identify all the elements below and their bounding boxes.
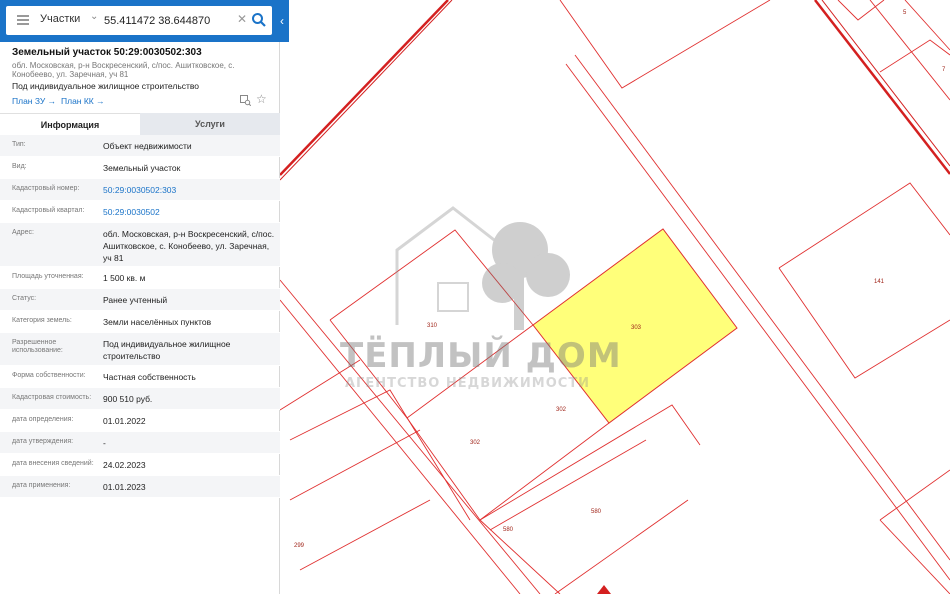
info-row: Статус: Ранее учтенный bbox=[0, 289, 280, 311]
info-panel: Участки ⌄ ✕ ‹ Земельный участок 50:29:00… bbox=[0, 0, 289, 594]
info-label: Адрес: bbox=[12, 229, 34, 236]
chevron-down-icon[interactable]: ⌄ bbox=[90, 11, 98, 22]
info-value: - bbox=[103, 438, 106, 448]
address-subtitle: обл. Московская, р-н Воскресенский, с/по… bbox=[12, 61, 235, 79]
info-row: дата утверждения: - bbox=[0, 432, 280, 454]
parcel-label: 310 bbox=[427, 323, 438, 329]
info-row: Категория земель: Земли населённых пункто… bbox=[0, 311, 280, 333]
info-row: Форма собственности: Частная собственност… bbox=[0, 366, 280, 388]
info-label: Вид: bbox=[12, 163, 27, 170]
info-row: дата определения: 01.01.2022 bbox=[0, 410, 280, 432]
tab-info[interactable]: Информация bbox=[0, 113, 140, 135]
info-value: 01.01.2022 bbox=[103, 416, 146, 426]
parcel-label: 580 bbox=[591, 509, 602, 515]
road-boundary bbox=[279, 0, 453, 181]
info-value: Объект недвижимости bbox=[103, 141, 192, 151]
parcel-label: 5 bbox=[903, 10, 907, 16]
info-row: Вид: Земельный участок bbox=[0, 157, 280, 179]
parcel-label: 303 bbox=[631, 325, 642, 331]
parcel-label: 302 bbox=[556, 407, 567, 413]
info-row: Площадь уточненная: 1 500 кв. м bbox=[0, 267, 280, 289]
info-label: дата внесения сведений: bbox=[12, 460, 94, 467]
plan-zu-link[interactable]: План ЗУ → bbox=[12, 96, 56, 106]
star-icon[interactable]: ☆ bbox=[256, 92, 267, 106]
search-bar: Участки ⌄ ✕ bbox=[0, 0, 289, 42]
info-label: дата определения: bbox=[12, 416, 74, 423]
parcel-label: 302 bbox=[470, 440, 481, 446]
info-label: Тип: bbox=[12, 141, 26, 148]
info-value: 900 510 руб. bbox=[103, 394, 153, 404]
info-value: Земельный участок bbox=[103, 163, 181, 173]
parcel-label: 299 bbox=[294, 543, 305, 549]
info-row: Разрешенное использование: Под индивидуал… bbox=[0, 333, 280, 366]
info-label: Площадь уточненная: bbox=[12, 273, 84, 280]
collapse-panel-icon[interactable]: ‹ bbox=[280, 14, 284, 28]
close-icon[interactable]: ✕ bbox=[237, 12, 247, 26]
info-row: Кадастровый квартал: 50:29:0030502 bbox=[0, 201, 280, 223]
info-label: дата утверждения: bbox=[12, 438, 74, 445]
watermark-subtitle: АГЕНТСТВО НЕДВИЖИМОСТИ bbox=[345, 376, 591, 391]
info-value: Под индивидуальное жилищное строительств… bbox=[103, 339, 231, 361]
parcel-label: 141 bbox=[874, 279, 885, 285]
red-marker bbox=[597, 585, 611, 594]
info-row: дата применения: 01.01.2023 bbox=[0, 476, 280, 498]
tab-services[interactable]: Услуги bbox=[140, 113, 280, 135]
info-value: Частная собственность bbox=[103, 372, 196, 382]
map-select-icon[interactable] bbox=[240, 95, 251, 106]
info-value: Ранее учтенный bbox=[103, 295, 168, 305]
info-value-link[interactable]: 50:29:0030502 bbox=[103, 206, 275, 218]
tabs: Информация Услуги bbox=[0, 113, 280, 135]
road-boundary bbox=[279, 0, 449, 176]
info-value: 24.02.2023 bbox=[103, 460, 146, 470]
info-value: 01.01.2023 bbox=[103, 482, 146, 492]
info-row: Тип: Объект недвижимости bbox=[0, 135, 280, 157]
info-value: обл. Московская, р-н Воскресенский, с/по… bbox=[103, 229, 275, 263]
watermark-title: ТЁПЛЫЙ ДОМ bbox=[340, 336, 622, 376]
info-row: Кадастровый номер: 50:29:0030502:303 bbox=[0, 179, 280, 201]
road-boundary bbox=[821, 0, 950, 167]
info-row: Адрес: обл. Московская, р-н Воскресенский… bbox=[0, 223, 280, 267]
info-label: Форма собственности: bbox=[12, 372, 86, 379]
page-title: Земельный участок 50:29:0030502:303 bbox=[12, 47, 202, 58]
search-icon[interactable] bbox=[251, 12, 267, 28]
menu-icon[interactable] bbox=[17, 15, 29, 25]
info-row: Кадастровая стоимость: 900 510 руб. bbox=[0, 388, 280, 410]
purpose-text: Под индивидуальное жилищное строительств… bbox=[12, 81, 200, 91]
parcel-label: 580 bbox=[503, 527, 514, 533]
layer-select[interactable]: Участки bbox=[40, 13, 80, 25]
search-box: Участки ⌄ ✕ bbox=[6, 6, 272, 35]
info-value: Земли населённых пунктов bbox=[103, 317, 212, 327]
search-input[interactable] bbox=[104, 11, 232, 30]
parcel-label: 7 bbox=[942, 67, 946, 73]
watermark-logo bbox=[395, 206, 570, 330]
info-table: Тип: Объект недвижимости Вид: Земельный уча… bbox=[0, 135, 280, 498]
info-value: 1 500 кв. м bbox=[103, 273, 146, 283]
info-value-link[interactable]: 50:29:0030502:303 bbox=[103, 184, 275, 196]
info-label: Разрешенное использование: bbox=[12, 339, 63, 354]
road-boundary bbox=[814, 0, 950, 175]
info-label: дата применения: bbox=[12, 482, 71, 489]
plan-kk-link[interactable]: План КК → bbox=[61, 96, 105, 106]
info-label: Кадастровый номер: bbox=[12, 185, 80, 192]
info-label: Кадастровый квартал: bbox=[12, 207, 85, 214]
info-label: Статус: bbox=[12, 295, 37, 302]
info-row: дата внесения сведений: 24.02.2023 bbox=[0, 454, 280, 476]
info-label: Кадастровая стоимость: bbox=[12, 394, 92, 401]
info-label: Категория земель: bbox=[12, 317, 72, 324]
